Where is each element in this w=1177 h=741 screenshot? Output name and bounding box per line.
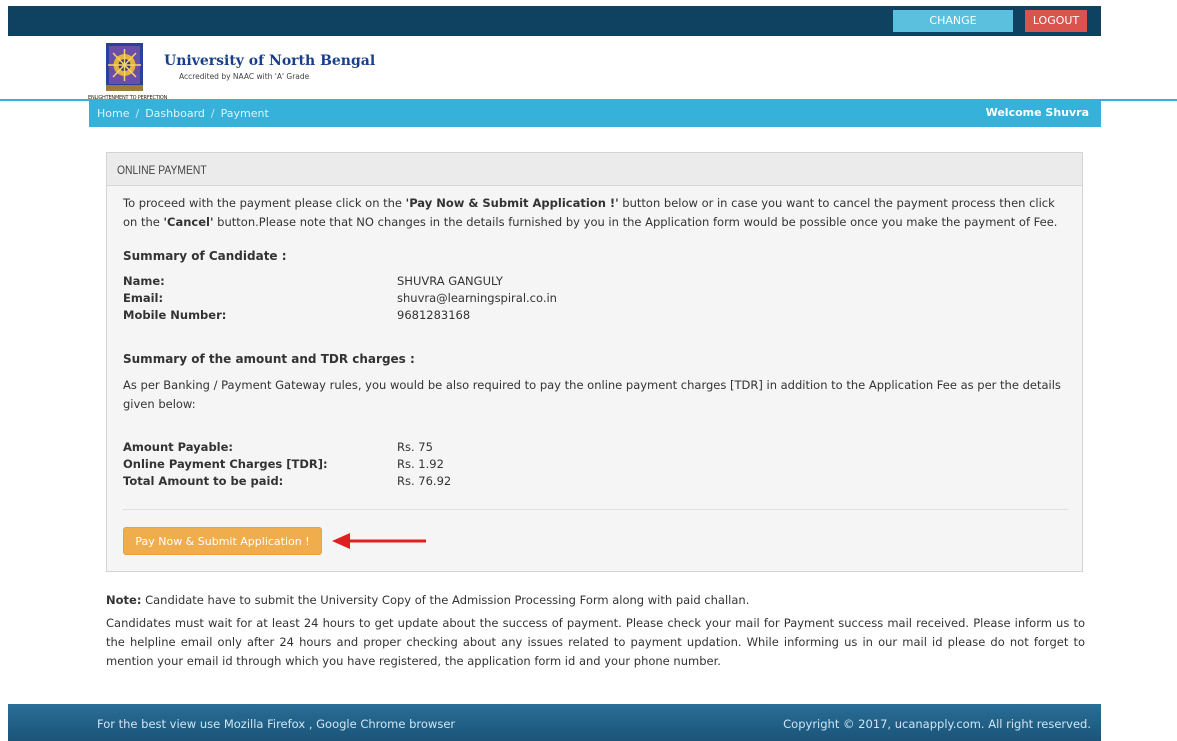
red-arrow-icon: [332, 533, 426, 549]
breadcrumb-dashboard[interactable]: Dashboard: [145, 107, 205, 120]
candidate-mobile-label: Mobile Number:: [123, 308, 227, 322]
footer: For the best view use Mozilla Firefox , …: [8, 704, 1101, 741]
tdr-charges-value: Rs. 1.92: [397, 457, 444, 471]
breadcrumb-separator: /: [210, 107, 215, 120]
nav-bar: Home / Dashboard / Payment Welcome Shuvra: [89, 101, 1101, 127]
tdr-charges-label: Online Payment Charges [TDR]:: [123, 457, 328, 471]
breadcrumb: Home / Dashboard / Payment: [97, 107, 269, 120]
total-amount-value: Rs. 76.92: [397, 474, 452, 488]
candidate-mobile-value: 9681283168: [397, 308, 471, 322]
online-payment-panel: ONLINE PAYMENT To proceed with the payme…: [106, 152, 1083, 572]
note-text: Note: Candidate have to submit the Unive…: [106, 593, 750, 607]
panel-title: ONLINE PAYMENT: [117, 163, 207, 177]
welcome-text: Welcome Shuvra: [985, 106, 1089, 119]
breadcrumb-payment: Payment: [220, 107, 269, 120]
top-bar: CHANGE PASSWORD LOGOUT: [8, 6, 1101, 49]
candidate-name-label: Name:: [123, 274, 165, 288]
amount-payable-label: Amount Payable:: [123, 440, 234, 454]
copyright: Copyright © 2017, ucanapply.com. All rig…: [783, 717, 1091, 731]
breadcrumb-separator: /: [135, 107, 140, 120]
candidate-summary-heading: Summary of Candidate :: [123, 249, 287, 263]
divider: [123, 509, 1068, 510]
browser-note: For the best view use Mozilla Firefox , …: [97, 717, 456, 731]
candidate-email-value: shuvra@learningspiral.co.in: [397, 291, 557, 305]
change-password-button[interactable]: CHANGE PASSWORD: [893, 10, 1013, 49]
amount-payable-value: Rs. 75: [397, 440, 433, 454]
payment-instructions: To proceed with the payment please click…: [123, 196, 1058, 229]
breadcrumb-home[interactable]: Home: [97, 107, 129, 120]
logout-button[interactable]: LOGOUT: [1025, 10, 1087, 32]
candidate-name-value: SHUVRA GANGULY: [397, 274, 503, 288]
panel-header: ONLINE PAYMENT: [107, 153, 1082, 186]
pay-now-submit-button[interactable]: Pay Now & Submit Application !: [123, 527, 322, 555]
university-name[interactable]: University of North Bengal: [164, 53, 375, 69]
charges-summary-heading: Summary of the amount and TDR charges :: [123, 352, 415, 366]
candidate-email-label: Email:: [123, 291, 164, 305]
total-amount-label: Total Amount to be paid:: [123, 474, 284, 488]
charges-explanation: As per Banking / Payment Gateway rules, …: [123, 378, 1061, 411]
candidates-notice: Candidates must wait for at least 24 hou…: [106, 616, 1085, 668]
accreditation-text: Accredited by NAAC with 'A' Grade: [179, 72, 310, 81]
university-logo: [96, 41, 153, 102]
